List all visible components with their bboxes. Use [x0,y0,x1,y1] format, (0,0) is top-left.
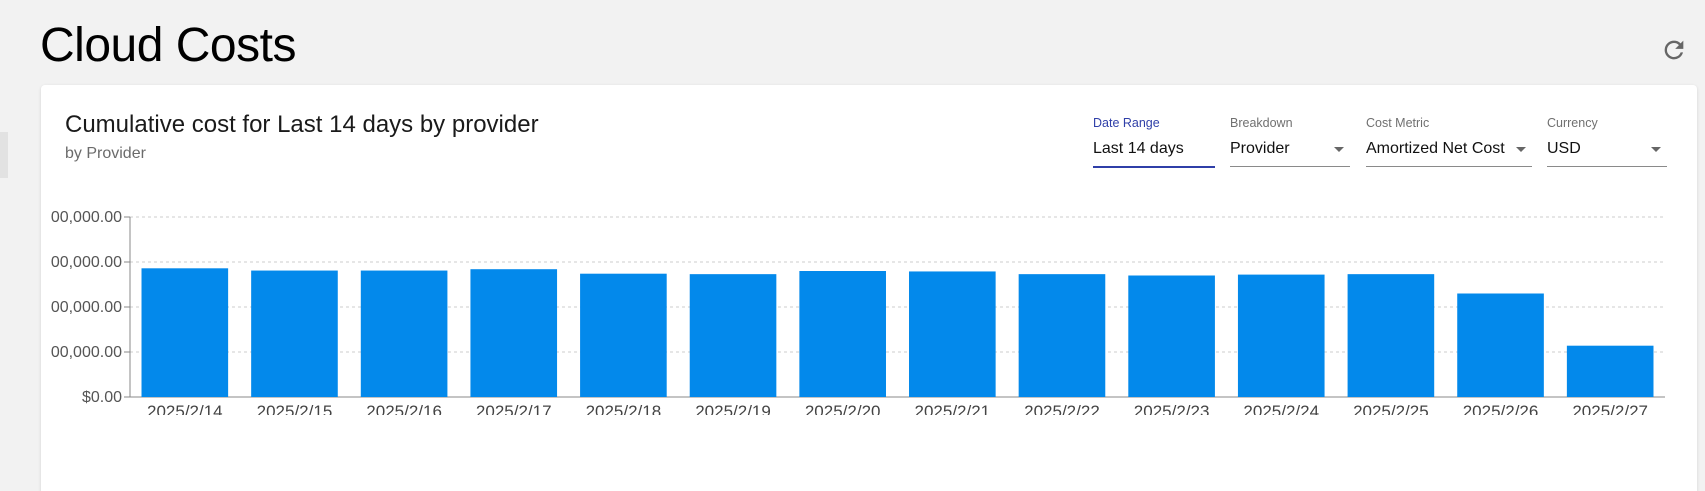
bar-2025-2-14 [141,268,229,397]
cloud-costs-page: Cloud Costs Cumulative cost for Last 14 … [0,0,1705,491]
x-tick-label: 2025/2/15 [257,402,333,415]
date-range-select[interactable]: Date Range Last 14 days [1093,115,1215,168]
currency-label: Currency [1547,116,1598,130]
cost-bar-chart: $0.00 00,000.00 00,000.00 00,000.00 00,000.0… [41,205,1697,415]
bar-2025-2-17 [470,269,558,397]
bar-2025-2-21 [909,271,996,397]
x-tick-label: 2025/2/26 [1463,402,1539,415]
chevron-down-icon [1516,147,1526,152]
report-subtitle: by Provider [65,145,146,162]
x-tick-label: 2025/2/22 [1024,402,1100,415]
currency-select[interactable]: Currency USD [1547,115,1667,167]
currency-field[interactable]: USD [1547,139,1667,167]
y-tick-label: 00,000.00 [51,209,122,226]
y-tick-label: 00,000.00 [51,299,122,316]
breakdown-label: Breakdown [1230,116,1293,130]
breakdown-value: Provider [1230,140,1290,157]
date-range-label: Date Range [1093,116,1160,130]
x-tick-label: 2025/2/16 [366,402,442,415]
date-range-value: Last 14 days [1093,140,1184,157]
bar-2025-2-22 [1018,274,1106,397]
x-tick-label: 2025/2/24 [1243,402,1319,415]
x-tick-label: 2025/2/18 [586,402,662,415]
y-tick-label: 00,000.00 [51,344,122,361]
chevron-down-icon [1334,147,1344,152]
x-tick-label: 2025/2/27 [1572,402,1648,415]
x-tick-label: 2025/2/17 [476,402,552,415]
bar-2025-2-25 [1347,274,1435,397]
date-range-field[interactable]: Last 14 days [1093,139,1215,168]
cost-metric-field[interactable]: Amortized Net Cost [1366,139,1532,167]
cost-metric-label: Cost Metric [1366,116,1430,130]
bar-2025-2-24 [1237,274,1325,397]
bar-2025-2-20 [799,271,886,397]
y-tick-label: 00,000.00 [51,254,122,271]
cost-metric-value: Amortized Net Cost [1366,140,1505,157]
bar-2025-2-27 [1566,345,1654,397]
report-title: Cumulative cost for Last 14 days by prov… [65,111,539,138]
x-tick-label: 2025/2/25 [1353,402,1429,415]
bar-2025-2-18 [580,273,667,397]
page-title: Cloud Costs [40,19,296,72]
chevron-down-icon [1651,147,1661,152]
refresh-button[interactable] [1660,36,1688,64]
left-nav-stub [0,132,8,178]
x-tick-label: 2025/2/21 [915,402,991,415]
x-tick-label: 2025/2/14 [147,402,223,415]
x-tick-label: 2025/2/19 [695,402,771,415]
bar-2025-2-23 [1128,275,1215,397]
bar-2025-2-26 [1457,293,1544,397]
cost-report-card: Cumulative cost for Last 14 days by prov… [41,85,1697,491]
x-tick-label: 2025/2/20 [805,402,881,415]
bar-2025-2-16 [360,270,448,397]
refresh-icon [1664,40,1684,60]
breakdown-select[interactable]: Breakdown Provider [1230,115,1350,167]
bar-2025-2-15 [251,270,338,397]
cost-metric-select[interactable]: Cost Metric Amortized Net Cost [1366,115,1532,167]
chart-svg: $0.00 00,000.00 00,000.00 00,000.00 00,000.0… [51,209,1665,415]
currency-value: USD [1547,140,1581,157]
x-tick-label: 2025/2/23 [1134,402,1210,415]
breakdown-field[interactable]: Provider [1230,139,1350,167]
bar-2025-2-19 [689,274,777,397]
y-tick-label: $0.00 [82,389,122,406]
